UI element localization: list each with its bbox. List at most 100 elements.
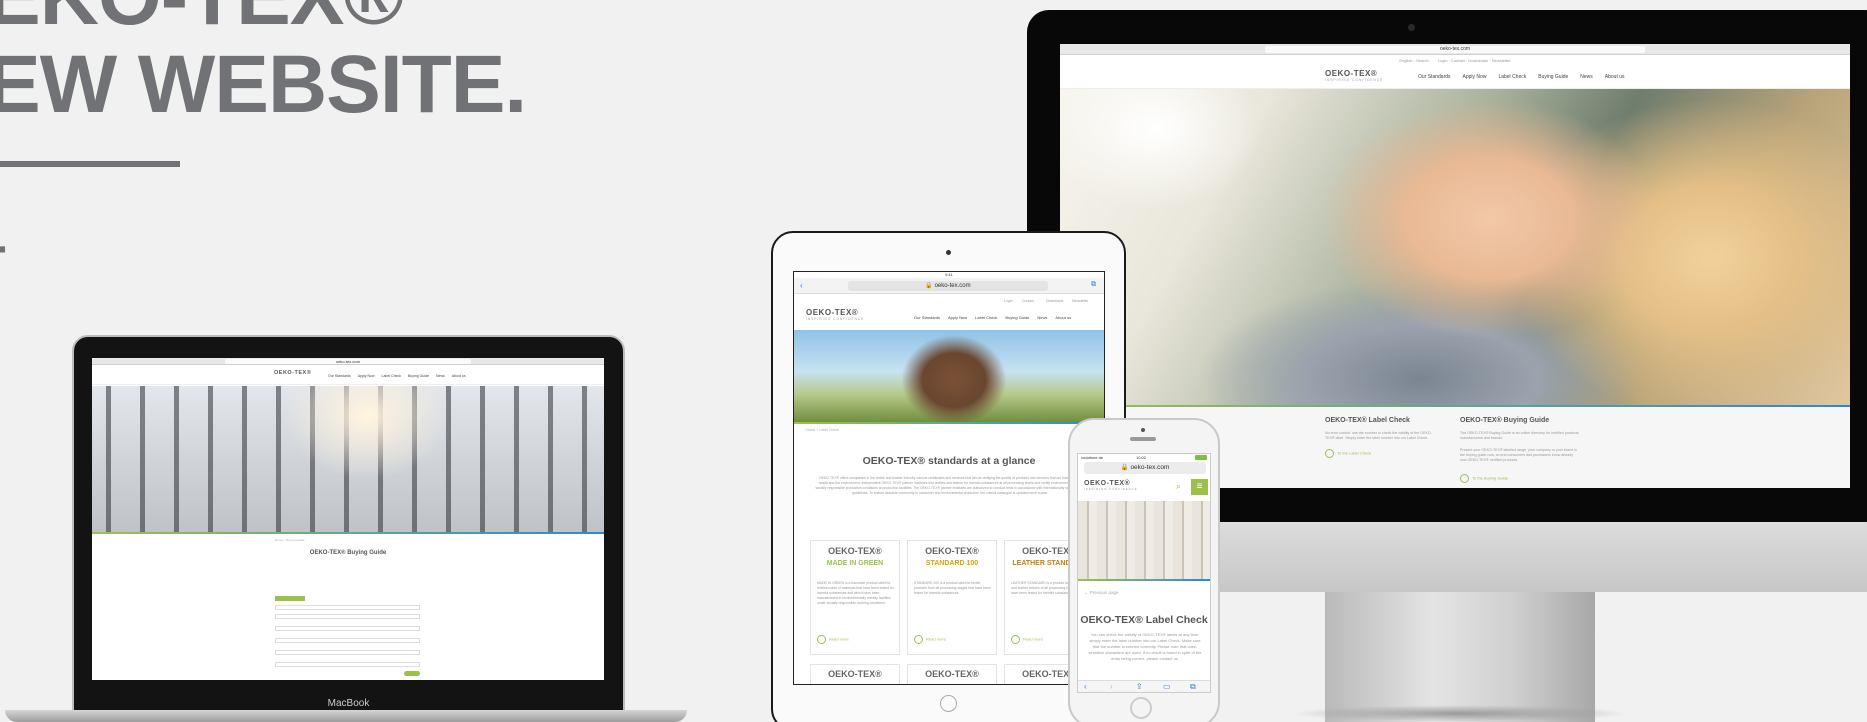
iphone-logo[interactable]: OEKO-TEX® INSPIRING CONFIDENCE <box>1084 480 1138 491</box>
nav-our-standards[interactable]: Our Standards <box>1418 74 1451 80</box>
headline-line-2: EW WEBSITE. <box>0 39 527 130</box>
iphone-accent-line <box>1078 579 1210 581</box>
buying-guide-heading: OEKO-TEX® Buying Guide <box>1460 417 1550 424</box>
macbook-page-title: OEKO-TEX® Buying Guide <box>309 550 387 556</box>
card-label: STANDARD 100 <box>925 560 979 567</box>
imac-top-link[interactable]: Contact <box>1451 58 1465 63</box>
iphone-status-bar: vodafone.de 10:02 <box>1078 454 1210 461</box>
ipad-logo[interactable]: OEKO-TEX® INSPIRING CONFIDENCE <box>806 308 864 321</box>
standard-card-row2[interactable]: OEKO-TEX® <box>810 664 900 684</box>
macbook-brand-label: MacBook <box>327 698 370 709</box>
iphone-url-bar[interactable]: 🔒 oeko-tex.com <box>1084 462 1206 474</box>
bookmarks-icon[interactable]: ▭ <box>1163 682 1171 691</box>
nav-label-check[interactable]: Label Check <box>1498 74 1526 80</box>
ipad-top-links: Login Contact Downloads Newsletter <box>794 296 1104 306</box>
card-brand: OEKO-TEX® <box>925 546 979 556</box>
macbook-form-field[interactable] <box>275 662 420 667</box>
buying-guide-link[interactable]: To the Buying Guide <box>1460 474 1508 483</box>
macbook-form-field[interactable] <box>275 614 420 619</box>
iphone-home-button[interactable] <box>1130 697 1152 719</box>
iphone-safari-toolbar: ‹ › ⇪ ▭ ⧉ <box>1078 680 1210 692</box>
iphone-back-link[interactable]: ← Previous page <box>1084 590 1119 595</box>
nav-buying-guide[interactable]: Buying Guide <box>1005 315 1029 320</box>
card-read-more-link[interactable]: Read more <box>914 635 946 644</box>
search-icon[interactable]: ⌕ <box>1176 481 1181 492</box>
imac-top-link[interactable]: English <box>1399 58 1412 63</box>
arrow-circle-icon <box>1011 635 1020 644</box>
card-brand: OEKO-TEX® <box>828 546 882 556</box>
ipad-home-button[interactable] <box>940 695 957 712</box>
nav-apply-now[interactable]: Apply Now <box>948 315 967 320</box>
ipad-top-link[interactable]: Newsletter <box>1072 299 1089 303</box>
buying-guide-link-text: To the Buying Guide <box>1472 475 1509 481</box>
imac-logo[interactable]: OEKO-TEX® INSPIRING CONFIDENCE <box>1325 69 1383 82</box>
back-icon[interactable]: ‹ <box>1084 682 1087 691</box>
imac-logo-text: OEKO-TEX® <box>1325 69 1378 78</box>
macbook-form-field[interactable] <box>275 605 420 610</box>
standard-card-made-in-green[interactable]: OEKO-TEX® MADE IN GREEN MADE IN GREEN is… <box>810 540 900 655</box>
label-check-heading: OEKO-TEX® Label Check <box>1325 417 1410 424</box>
buying-guide-text: The OEKO-TEX® Buying Guide is an online … <box>1460 431 1580 440</box>
macbook-search-button[interactable] <box>404 671 420 676</box>
ipad-top-link[interactable]: Contact <box>1022 299 1034 303</box>
nav-news[interactable]: News <box>1580 74 1593 80</box>
ipad-logo-text: OEKO-TEX® <box>806 308 859 317</box>
ipad-main-nav: Our Standards Apply Now Label Check Buyi… <box>914 315 1071 320</box>
nav-our-standards[interactable]: Our Standards <box>328 374 351 378</box>
arrow-circle-icon <box>817 635 826 644</box>
macbook-active-tab[interactable] <box>275 596 305 601</box>
iphone-screen: vodafone.de 10:02 🔒 oeko-tex.com OEKO-TE… <box>1077 453 1211 693</box>
nav-news[interactable]: News <box>1037 315 1047 320</box>
nav-about-us[interactable]: About us <box>1055 315 1071 320</box>
ipad-top-link[interactable]: Downloads <box>1046 299 1063 303</box>
nav-about-us[interactable]: About us <box>452 374 466 378</box>
imac-top-link[interactable]: Search <box>1416 58 1429 63</box>
macbook-url-bar[interactable]: oeko-tex.com <box>225 359 471 364</box>
iphone-back-text: Previous page <box>1089 590 1119 595</box>
imac-camera <box>1408 24 1415 31</box>
imac-top-link[interactable]: Newsletter <box>1492 58 1511 63</box>
card-text: STANDARD 100 is a product label for text… <box>914 581 991 595</box>
nav-our-standards[interactable]: Our Standards <box>914 315 940 320</box>
imac-top-link[interactable]: Downloads <box>1468 58 1488 63</box>
macbook-form-field[interactable] <box>275 638 420 643</box>
label-check-link-text: To the Label Check <box>1337 450 1372 456</box>
imac-url-bar[interactable]: oeko-tex.com <box>1265 46 1645 53</box>
nav-label-check[interactable]: Label Check <box>975 315 997 320</box>
card-read-more-link[interactable]: Read more <box>817 635 849 644</box>
nav-label-check[interactable]: Label Check <box>382 374 401 378</box>
nav-news[interactable]: News <box>436 374 445 378</box>
nav-buying-guide[interactable]: Buying Guide <box>408 374 429 378</box>
iphone-carrier: vodafone.de <box>1081 455 1104 460</box>
ipad-section-title: OEKO-TEX® standards at a glance <box>862 455 1036 467</box>
standard-card-row2[interactable]: OEKO-TEX® <box>907 664 997 684</box>
imac-site-header: OEKO-TEX® INSPIRING CONFIDENCE Our Stand… <box>1060 65 1850 89</box>
standard-card-standard-100[interactable]: OEKO-TEX® STANDARD 100 STANDARD 100 is a… <box>907 540 997 655</box>
ipad-screen: 9:41 ‹ 🔒 oeko-tex.com ⧉ Login Contact Do… <box>793 271 1105 685</box>
tabs-icon[interactable]: ⧉ <box>1190 682 1196 692</box>
nav-buying-guide[interactable]: Buying Guide <box>1538 74 1568 80</box>
iphone-logo-text: OEKO-TEX® <box>1084 480 1131 487</box>
ipad-url-bar[interactable]: 🔒 oeko-tex.com <box>848 281 1048 291</box>
card-text: MADE IN GREEN is a traceable product lab… <box>817 581 894 605</box>
nav-apply-now[interactable]: Apply Now <box>1463 74 1487 80</box>
battery-icon <box>1195 455 1207 460</box>
imac-top-link[interactable]: Login <box>1438 58 1448 63</box>
nav-about-us[interactable]: About us <box>1605 74 1625 80</box>
macbook-form-field[interactable] <box>275 650 420 655</box>
hamburger-menu-icon[interactable]: ≡ <box>1191 479 1208 495</box>
nav-apply-now[interactable]: Apply Now <box>358 374 375 378</box>
imac-stand <box>1325 592 1595 722</box>
share-icon[interactable]: ⇪ <box>1136 682 1143 691</box>
ipad-top-link[interactable]: Login <box>1004 299 1013 303</box>
ipad-safari-bar: ‹ 🔒 oeko-tex.com ⧉ <box>794 278 1104 294</box>
label-check-link[interactable]: To the Label Check <box>1325 449 1371 458</box>
forward-icon[interactable]: › <box>1110 682 1113 691</box>
tabs-icon[interactable]: ⧉ <box>1091 281 1096 289</box>
back-icon[interactable]: ‹ <box>800 281 803 290</box>
ipad-intro-text: OEKO-TEX® offers companies in the textil… <box>815 476 1085 495</box>
imac-logo-tagline: INSPIRING CONFIDENCE <box>1325 78 1384 82</box>
macbook-logo[interactable]: OEKO-TEX® <box>274 370 311 376</box>
card-read-more-link[interactable]: Read more <box>1011 635 1043 644</box>
macbook-form-field[interactable] <box>275 626 420 631</box>
